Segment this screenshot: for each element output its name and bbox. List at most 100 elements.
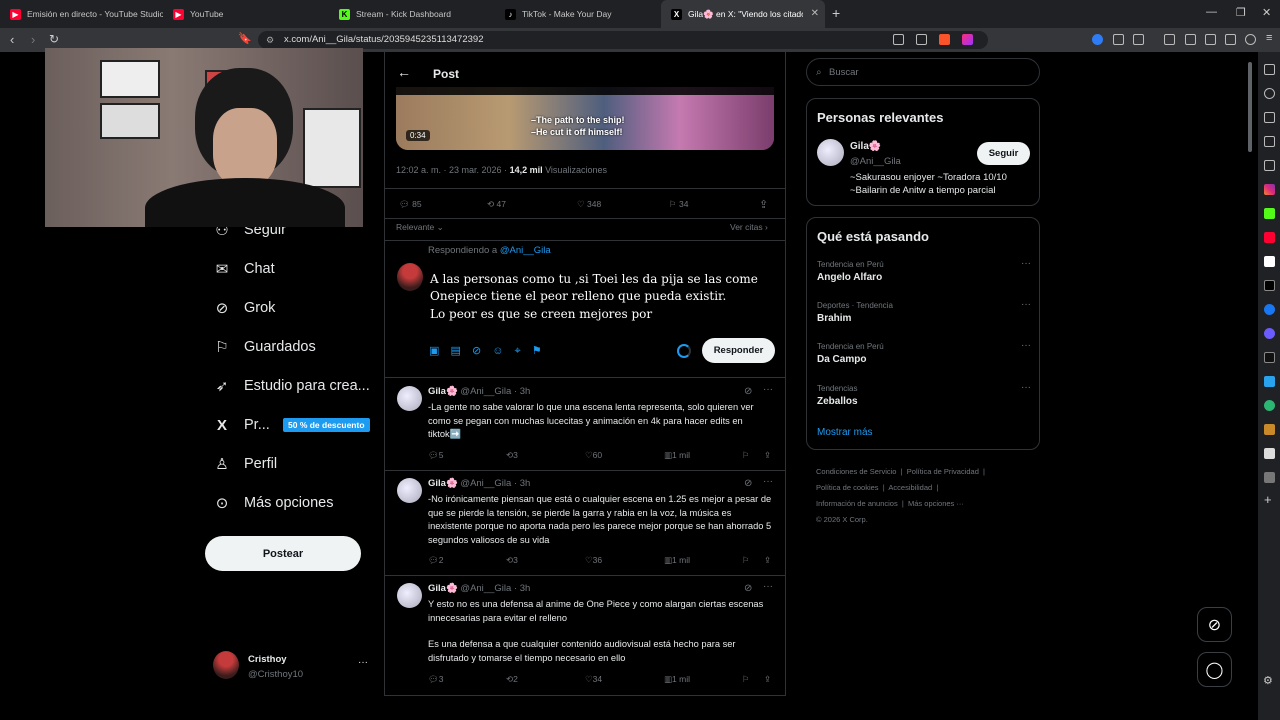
flag-icon[interactable]: ⚑ bbox=[532, 345, 542, 357]
repost-action[interactable]: ⟲ 2 bbox=[506, 674, 518, 685]
scrollbar[interactable] bbox=[1248, 62, 1252, 152]
account-more-icon[interactable]: ··· bbox=[358, 657, 368, 668]
vpn-shield-icon[interactable] bbox=[1245, 34, 1256, 45]
more-icon[interactable]: ··· bbox=[763, 384, 773, 395]
sidebar-toggle-icon[interactable] bbox=[1185, 34, 1196, 45]
close-window-icon[interactable]: ✕ bbox=[1262, 6, 1271, 19]
gif-icon[interactable]: ▤ bbox=[450, 345, 460, 357]
trend-item[interactable]: Tendencia en Perú Da Campo ··· bbox=[817, 340, 1031, 365]
like-action[interactable]: ♡ 60 bbox=[585, 450, 602, 461]
emoji-icon[interactable]: ☺ bbox=[492, 345, 503, 357]
reply-action[interactable]: 💬︎ 2 bbox=[428, 555, 444, 566]
like-action[interactable]: ♡ 34 bbox=[585, 674, 602, 685]
footer-link[interactable]: Más opciones ··· bbox=[908, 499, 964, 508]
reply-tweet[interactable]: Gila🌸 @Ani__Gila · 3h ⊘ ··· -No irónicam… bbox=[385, 476, 785, 578]
tab-x-post[interactable]: X Gila🌸 en X: "Viendo los citado ✕ bbox=[661, 0, 825, 28]
messenger-icon[interactable] bbox=[1264, 328, 1275, 339]
more-icon[interactable]: ··· bbox=[1021, 258, 1031, 269]
views-action[interactable]: ▥ 1 mil bbox=[664, 450, 690, 461]
share-icon[interactable]: ⇪ bbox=[759, 198, 768, 211]
brave-rewards-icon[interactable] bbox=[962, 34, 973, 45]
menu-icon[interactable]: ≡ bbox=[1266, 32, 1272, 44]
respond-button[interactable]: Responder bbox=[702, 338, 775, 363]
sidebar-wallet-icon[interactable] bbox=[1264, 88, 1275, 99]
grok-fab[interactable]: ⊘ bbox=[1197, 607, 1232, 642]
nav-chat[interactable]: ✉ Chat bbox=[214, 261, 275, 278]
reply-tweet[interactable]: Gila🌸 @Ani__Gila · 3h ⊘ ··· -La gente no… bbox=[385, 384, 785, 471]
grok-icon[interactable]: ⊘ bbox=[744, 478, 752, 489]
more-icon[interactable]: ··· bbox=[763, 476, 773, 487]
footer-link[interactable]: Información de anuncios bbox=[816, 499, 898, 508]
bookmark-action[interactable]: ⚐ 34 bbox=[669, 199, 688, 210]
sidebar-reading-list-icon[interactable] bbox=[1264, 136, 1275, 147]
reply-action[interactable]: 💬︎ 5 bbox=[428, 450, 444, 461]
url-field[interactable]: ⚙ x.com/Ani__Gila/status/203594523511347… bbox=[258, 31, 988, 49]
maximize-icon[interactable]: ❐ bbox=[1236, 6, 1246, 19]
extension-icon[interactable] bbox=[1133, 34, 1144, 45]
grok-icon[interactable]: ⊘ bbox=[744, 583, 752, 594]
grok-compose-icon[interactable]: ⊘ bbox=[472, 345, 481, 357]
more-icon[interactable]: ··· bbox=[1021, 382, 1031, 393]
tab-tiktok[interactable]: ♪ TikTok - Make Your Day bbox=[495, 0, 661, 28]
new-tab-icon[interactable]: + bbox=[832, 5, 840, 21]
nav-premium[interactable]: X Pr... bbox=[214, 417, 270, 434]
bookmark-icon[interactable]: ⚐ bbox=[742, 450, 750, 461]
location-icon[interactable]: ⌖ bbox=[515, 345, 521, 357]
youtube-sidebar-icon[interactable] bbox=[1264, 232, 1275, 243]
messages-fab[interactable]: ◯ bbox=[1197, 652, 1232, 687]
nav-bookmarks[interactable]: ⚐ Guardados bbox=[214, 339, 315, 356]
share-icon[interactable]: ⇪ bbox=[764, 555, 771, 566]
back-arrow-icon[interactable]: ← bbox=[397, 64, 411, 80]
image-icon[interactable]: ▣ bbox=[429, 345, 439, 357]
tab-youtube-studio[interactable]: ▶ Emisión en directo - YouTube Studio bbox=[0, 0, 163, 28]
post-button[interactable]: Postear bbox=[205, 536, 361, 571]
cast-icon[interactable] bbox=[893, 34, 904, 45]
x-sidebar-icon[interactable] bbox=[1264, 280, 1275, 291]
extension-gray-icon[interactable] bbox=[1264, 472, 1275, 483]
extension-brown-icon[interactable] bbox=[1264, 424, 1275, 435]
tab-youtube[interactable]: ▶ YouTube bbox=[163, 0, 329, 28]
sidebar-notes-icon[interactable] bbox=[1264, 160, 1275, 171]
like-action[interactable]: ♡ 348 bbox=[577, 199, 601, 210]
nav-profile[interactable]: ♙ Perfil bbox=[214, 456, 277, 473]
trend-item[interactable]: Tendencias Zeballos ··· bbox=[817, 382, 1031, 407]
brave-shield-icon[interactable] bbox=[939, 34, 950, 45]
grok-icon[interactable]: ⊘ bbox=[744, 386, 752, 397]
site-info-icon[interactable]: ⚙ bbox=[266, 31, 274, 49]
streamlabs-icon[interactable] bbox=[1264, 256, 1275, 267]
person-name[interactable]: Gila🌸 bbox=[850, 141, 881, 152]
facebook-icon[interactable] bbox=[1264, 304, 1275, 315]
nav-more-options[interactable]: ⊙ Más opciones bbox=[214, 495, 334, 512]
replying-handle[interactable]: @Ani__Gila bbox=[500, 245, 551, 256]
reload-icon[interactable]: ↻ bbox=[49, 32, 59, 46]
bookmark-icon[interactable]: ⚐ bbox=[742, 555, 750, 566]
media-icon[interactable] bbox=[1164, 34, 1175, 45]
tiktok-sidebar-icon[interactable] bbox=[1264, 352, 1275, 363]
footer-link[interactable]: Accesibilidad bbox=[888, 483, 932, 492]
tab-kick[interactable]: K Stream - Kick Dashboard bbox=[329, 0, 495, 28]
trend-item[interactable]: Deportes · Tendencia Brahim ··· bbox=[817, 299, 1031, 324]
reply-action[interactable]: 💬︎ 85 bbox=[399, 199, 422, 210]
nav-grok[interactable]: ⊘ Grok bbox=[214, 300, 276, 317]
repost-action[interactable]: ⟲ 3 bbox=[506, 555, 518, 566]
sidebar-bookmarks-icon[interactable] bbox=[1264, 64, 1275, 75]
more-icon[interactable]: ··· bbox=[763, 581, 773, 592]
quotes-link[interactable]: Ver citas › bbox=[730, 222, 768, 232]
share-icon[interactable]: ⇪ bbox=[764, 450, 771, 461]
forward-icon[interactable]: › bbox=[31, 32, 35, 47]
sidebar-history-icon[interactable] bbox=[1264, 112, 1275, 123]
footer-link[interactable]: Condiciones de Servicio bbox=[816, 467, 896, 476]
views-action[interactable]: ▥ 1 mil bbox=[664, 674, 690, 685]
reply-tweet[interactable]: Gila🌸 @Ani__Gila · 3h ⊘ ··· Y esto no es… bbox=[385, 581, 785, 693]
trend-item[interactable]: Tendencia en Perú Angelo Alfaro ··· bbox=[817, 258, 1031, 283]
more-icon[interactable]: ··· bbox=[1021, 299, 1031, 310]
share-icon[interactable]: ⇪ bbox=[764, 674, 771, 685]
kick-sidebar-icon[interactable] bbox=[1264, 208, 1275, 219]
search-input[interactable]: ⌕ Buscar bbox=[806, 58, 1040, 86]
reply-action[interactable]: 💬︎ 3 bbox=[428, 674, 444, 685]
back-icon[interactable]: ‹ bbox=[10, 32, 14, 47]
extension-puzzle-icon[interactable] bbox=[1113, 34, 1124, 45]
more-icon[interactable]: ··· bbox=[1021, 340, 1031, 351]
show-more-link[interactable]: Mostrar más bbox=[817, 427, 873, 438]
repost-action[interactable]: ⟲ 47 bbox=[487, 199, 506, 210]
